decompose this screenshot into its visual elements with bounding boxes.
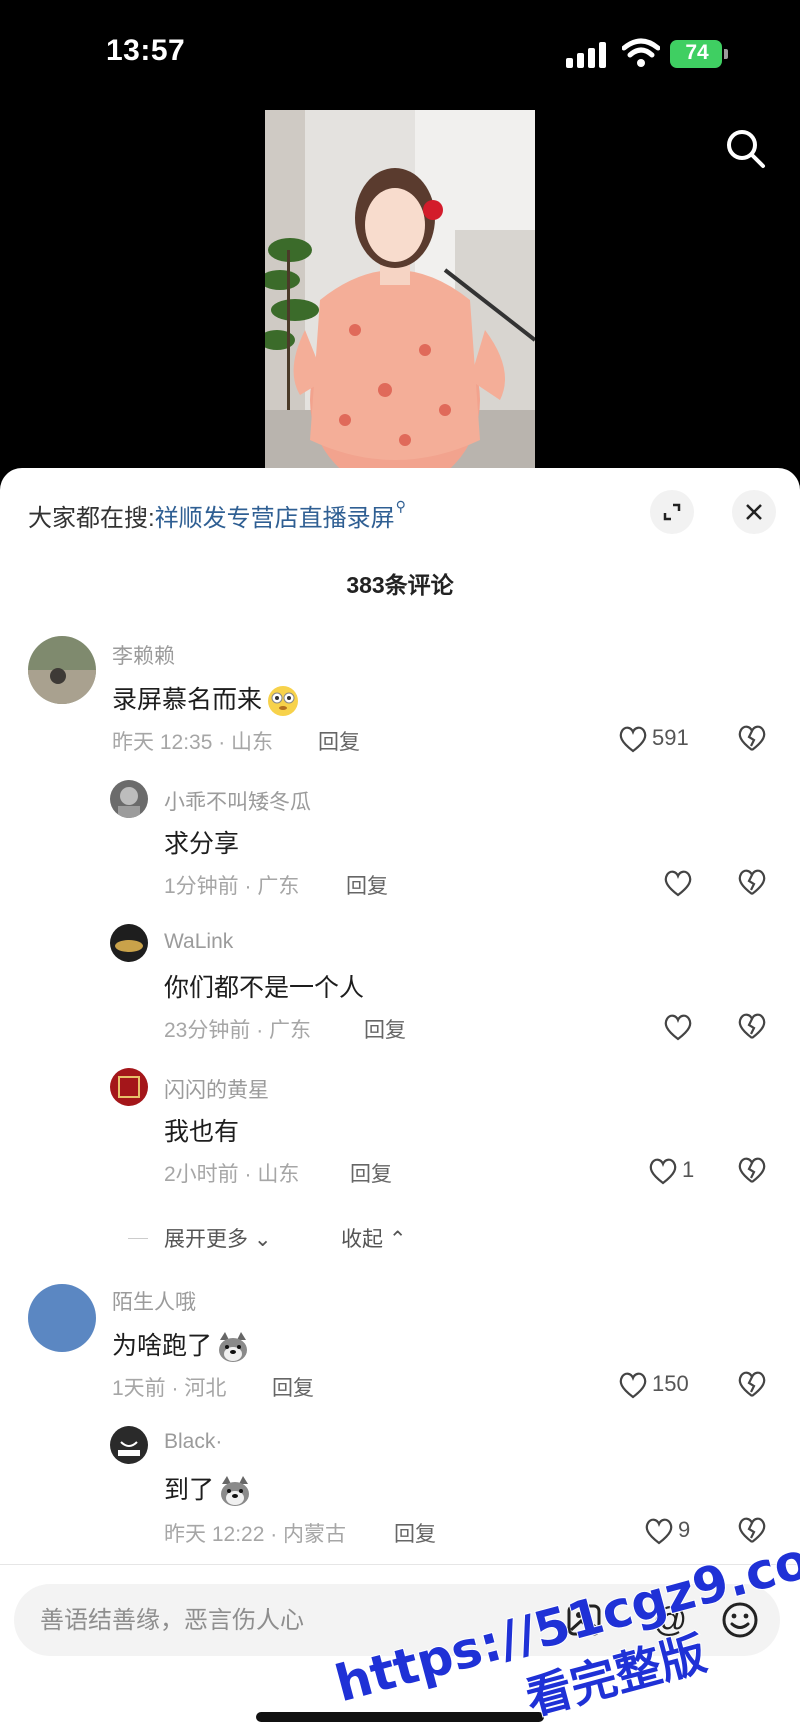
broken-heart-icon — [738, 1013, 766, 1039]
divider-line — [128, 1238, 148, 1239]
heart-icon — [619, 726, 647, 753]
sheet-header: 大家都在搜:祥顺发专营店直播录屏⚲ — [0, 468, 800, 548]
avatar[interactable] — [110, 1068, 148, 1106]
reply-button[interactable]: 回复 — [272, 1372, 314, 1402]
broken-heart-icon — [738, 725, 766, 751]
chevron-down-icon: ⌄ — [253, 1228, 272, 1251]
reply-button[interactable]: 回复 — [318, 726, 360, 756]
heart-icon — [649, 1158, 677, 1185]
comment-text: 为啥跑了 — [112, 1326, 250, 1364]
broken-heart-icon — [738, 1157, 766, 1183]
comment-meta: 1分钟前 · 广东 — [164, 875, 300, 898]
heart-icon — [664, 870, 692, 897]
battery-indicator: 74 — [670, 40, 728, 68]
avatar[interactable] — [110, 780, 148, 818]
broken-heart-icon — [738, 869, 766, 895]
search-icon[interactable] — [723, 126, 767, 170]
comment-text: 我也有 — [164, 1118, 240, 1146]
video-frame-illustration — [265, 110, 535, 470]
video-preview[interactable] — [265, 110, 535, 470]
comment-text: 求分享 — [164, 830, 240, 858]
thread-controls: 展开更多 ⌄ 收起 ⌃ — [128, 1223, 528, 1253]
dislike-button[interactable] — [737, 1156, 767, 1186]
watermark: https://51cgz9.com 看完整版 — [328, 1524, 800, 1727]
comment-count: 383条评论 — [346, 572, 454, 598]
comment-author[interactable]: 小乖不叫矮冬瓜 — [164, 786, 311, 816]
status-bar: 13:57 74 — [0, 0, 800, 100]
status-time: 13:57 — [106, 34, 186, 67]
signal-icon — [566, 42, 606, 68]
comment-text: 你们都不是一个人 — [164, 974, 365, 1002]
dog-emoji-icon — [221, 1476, 250, 1507]
hot-search-prefix: 大家都在搜: — [28, 505, 155, 532]
comment-author[interactable]: 陌生人哦 — [112, 1286, 196, 1316]
like-count: 591 — [652, 725, 689, 750]
battery-tip — [724, 49, 728, 59]
small-search-icon: ⚲ — [395, 498, 406, 514]
avatar[interactable] — [110, 1426, 148, 1464]
expand-button[interactable] — [650, 490, 694, 534]
dislike-button[interactable] — [737, 868, 767, 898]
reply-button[interactable]: 回复 — [346, 870, 388, 900]
dog-emoji-icon — [219, 1332, 248, 1363]
expand-icon — [663, 503, 681, 521]
comment-meta: 1天前 · 河北 — [112, 1377, 227, 1400]
comment-text: 录屏慕名而来 — [112, 680, 300, 718]
wifi-icon — [622, 38, 660, 67]
reply-button[interactable]: 回复 — [350, 1158, 392, 1188]
close-button[interactable] — [732, 490, 776, 534]
hot-search-row[interactable]: 大家都在搜:祥顺发专营店直播录屏⚲ — [28, 498, 406, 533]
like-count: 150 — [652, 1371, 689, 1396]
dislike-button[interactable] — [737, 1012, 767, 1042]
close-icon — [746, 504, 762, 520]
avatar[interactable] — [28, 636, 96, 704]
expand-more-button[interactable]: 展开更多 ⌄ — [164, 1223, 271, 1253]
heart-icon — [619, 1372, 647, 1399]
comment-meta: 2小时前 · 山东 — [164, 1163, 300, 1186]
comment-author[interactable]: 李赖赖 — [112, 640, 175, 670]
comment-author[interactable]: WaLink — [164, 930, 233, 954]
avatar[interactable] — [110, 924, 148, 962]
comment-meta: 23分钟前 · 广东 — [164, 1019, 312, 1042]
dazed-emoji-icon — [268, 686, 299, 717]
dislike-button[interactable] — [737, 724, 767, 754]
comment-author[interactable]: 闪闪的黄星 — [164, 1074, 269, 1104]
broken-heart-icon — [738, 1371, 766, 1397]
heart-icon — [664, 1014, 692, 1041]
comment-text: 到了 — [164, 1470, 252, 1508]
avatar[interactable] — [28, 1284, 96, 1352]
comment-meta: 昨天 12:35 · 山东 — [112, 731, 274, 754]
like-count: 1 — [682, 1157, 695, 1182]
comment-author[interactable]: Black· — [164, 1430, 222, 1454]
reply-button[interactable]: 回复 — [364, 1014, 406, 1044]
collapse-button[interactable]: 收起 ⌃ — [341, 1223, 406, 1253]
hot-search-link[interactable]: 祥顺发专营店直播录屏 — [155, 505, 395, 532]
battery-level: 74 — [685, 41, 709, 64]
chevron-up-icon: ⌃ — [388, 1228, 407, 1251]
dislike-button[interactable] — [737, 1370, 767, 1400]
